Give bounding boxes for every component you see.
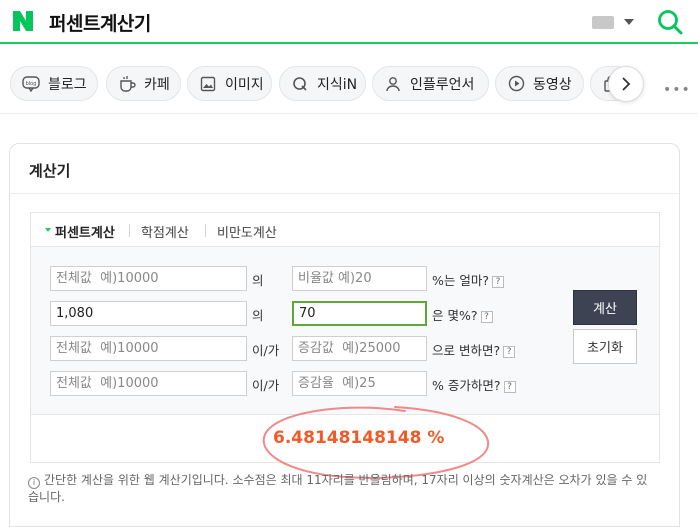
tab-grade-calc[interactable]: 학점계산: [141, 222, 189, 241]
tab-label: 인플루언서: [410, 76, 475, 93]
more-icon[interactable]: •••: [663, 82, 691, 98]
help-icon[interactable]: ?: [503, 381, 516, 393]
total-value-input[interactable]: [50, 371, 247, 396]
percent-form: 의 %는 얼마?? 의 은 몇%?? 이/가 으로 변하면?? 이/가 % 증가…: [31, 247, 659, 415]
calculator-panel: 퍼센트계산 학점계산 비만도계산 의 %는 얼마?? 의 은 몇%?? 이/가 …: [30, 212, 660, 479]
total-value-input[interactable]: [50, 266, 247, 291]
search-query[interactable]: 퍼센트계산기: [49, 9, 151, 36]
row-question: %는 얼마??: [432, 270, 504, 289]
caret-down-icon: [45, 228, 51, 232]
tab-label: 지식iN: [317, 76, 358, 93]
reset-button[interactable]: 초기화: [573, 329, 637, 364]
tab-influencer[interactable]: 인플루언서: [372, 66, 489, 101]
tab-kin[interactable]: 지식iN: [279, 66, 366, 101]
row-label: 의: [252, 308, 264, 323]
divider: [129, 224, 130, 237]
tab-image[interactable]: 이미지: [187, 66, 272, 101]
help-icon[interactable]: ?: [503, 346, 516, 358]
changed-value-input[interactable]: [292, 336, 427, 361]
total-value-input[interactable]: [50, 301, 247, 326]
blog-icon: blog: [21, 74, 41, 94]
divider: [10, 193, 679, 194]
chevron-down-icon[interactable]: [624, 19, 634, 25]
search-icon[interactable]: [656, 8, 684, 36]
help-icon[interactable]: ?: [480, 311, 493, 323]
part-value-input[interactable]: [292, 301, 427, 326]
influencer-icon: [383, 74, 403, 94]
keyboard-icon[interactable]: [592, 16, 614, 29]
tab-label: 카페: [144, 76, 170, 93]
naver-logo-icon[interactable]: [11, 9, 35, 33]
tab-video[interactable]: 동영상: [495, 66, 584, 101]
calculate-button[interactable]: 계산: [573, 290, 637, 325]
row-question: 은 몇%??: [432, 305, 493, 324]
calculator-card: 계산기 퍼센트계산 학점계산 비만도계산 의 %는 얼마?? 의 은 몇%?? …: [9, 143, 680, 527]
row-label: 의: [252, 273, 264, 288]
increase-rate-input[interactable]: [292, 371, 427, 396]
tab-label: 이미지: [225, 76, 264, 93]
result-value: 6.48148148148 %: [273, 428, 445, 448]
row-question: 으로 변하면??: [432, 340, 516, 359]
calculator-note: i 간단한 계산을 위한 웹 계산기입니다. 소수점은 최대 11자리를 반올림하…: [28, 473, 648, 504]
row-label: 이/가: [252, 378, 280, 393]
tab-cafe[interactable]: 카페: [106, 66, 181, 101]
vertical-tabs: blog 블로그 카페 이미지 지식iN 인플루언서 동영상: [0, 46, 698, 114]
help-icon[interactable]: ?: [492, 276, 504, 288]
calculator-tabs: 퍼센트계산 학점계산 비만도계산: [31, 213, 659, 247]
video-icon: [506, 74, 526, 94]
tab-bmi-calc[interactable]: 비만도계산: [217, 222, 277, 241]
card-title: 계산기: [29, 162, 71, 180]
tab-label: 블로그: [48, 76, 87, 93]
divider: [205, 224, 206, 237]
row-question: % 증가하면??: [432, 375, 516, 394]
svg-text:blog: blog: [26, 81, 37, 87]
info-icon: i: [28, 477, 40, 489]
tab-blog[interactable]: blog 블로그: [10, 66, 98, 101]
tab-label: 동영상: [533, 76, 572, 93]
kin-icon: [290, 74, 310, 94]
chevron-right-icon: [622, 77, 631, 91]
image-icon: [198, 74, 218, 94]
total-value-input[interactable]: [50, 336, 247, 361]
header: 퍼센트계산기: [0, 0, 698, 44]
tab-percent-calc[interactable]: 퍼센트계산: [55, 222, 115, 241]
cafe-icon: [117, 74, 137, 94]
ratio-value-input[interactable]: [292, 266, 427, 291]
row-label: 이/가: [252, 343, 280, 358]
tabs-scroll-next-button[interactable]: [608, 66, 644, 102]
